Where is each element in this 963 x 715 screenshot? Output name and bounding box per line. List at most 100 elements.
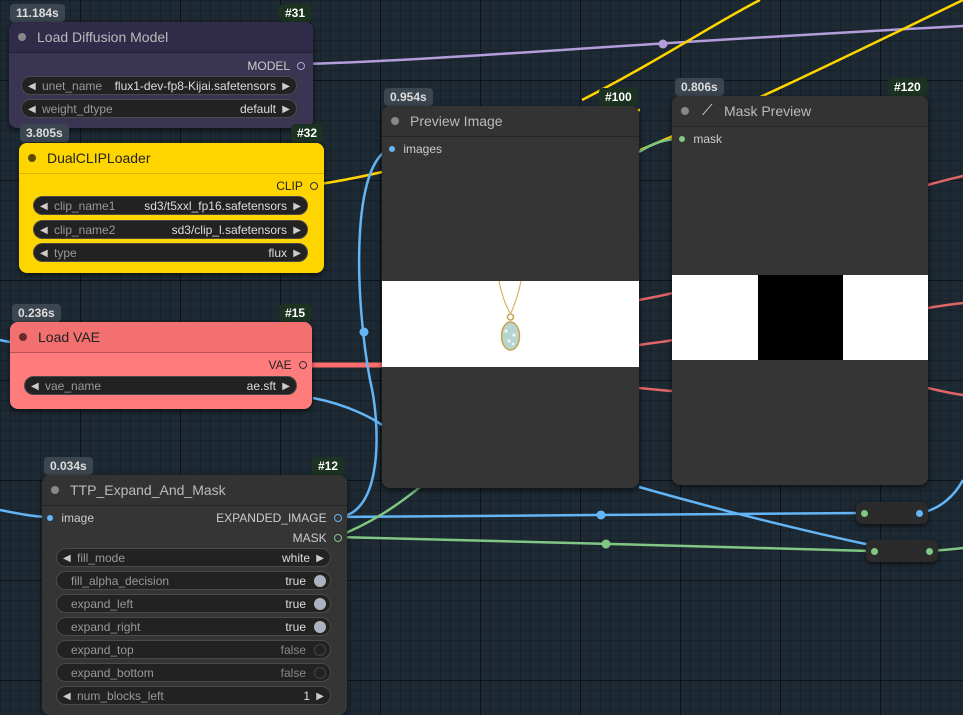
input-slot-icon[interactable]: [47, 514, 53, 521]
clip-link-upper: [581, 0, 761, 102]
fill-mode-combo[interactable]: ◀ fill_mode white ▶: [56, 548, 331, 567]
arrow-left-icon[interactable]: ◀: [63, 687, 71, 706]
arrow-left-icon[interactable]: ◀: [40, 197, 48, 216]
clip-name2-combo[interactable]: ◀ clip_name2 sd3/clip_l.safetensors ▶: [33, 220, 308, 239]
expand-left-toggle[interactable]: expand_left true: [56, 594, 331, 613]
toggle-knob-icon[interactable]: [314, 621, 326, 633]
red-link-c: [638, 386, 673, 393]
reroute-output-slot-icon[interactable]: [926, 548, 933, 555]
mask-preview-canvas[interactable]: [672, 275, 928, 360]
arrow-left-icon[interactable]: ◀: [28, 100, 36, 119]
node-id-badge: #15: [279, 304, 312, 322]
arrow-right-icon[interactable]: ▶: [282, 100, 290, 119]
clip-output[interactable]: CLIP: [276, 178, 318, 194]
node-title: Load Diffusion Model: [37, 29, 169, 45]
node-id-badge: #31: [279, 4, 312, 22]
expand-right-toggle[interactable]: expand_right true: [56, 617, 331, 636]
arrow-left-icon[interactable]: ◀: [31, 377, 39, 396]
arrow-right-icon[interactable]: ▶: [282, 77, 290, 96]
collapse-dot-icon[interactable]: [18, 33, 26, 41]
arrow-left-icon[interactable]: ◀: [28, 77, 36, 96]
output-slot-icon[interactable]: [299, 360, 307, 369]
widget-value: false: [280, 643, 306, 657]
toggle-knob-icon[interactable]: [314, 575, 326, 587]
toggle-knob-icon[interactable]: [314, 667, 326, 679]
unet-name-combo[interactable]: ◀ unet_name flux1-dev-fp8-Kijai.safetens…: [21, 76, 297, 95]
load-vae-node[interactable]: Load VAE VAE ◀ vae_name ae.sft ▶: [10, 322, 312, 409]
arrow-left-icon[interactable]: ◀: [40, 244, 48, 263]
output-slot-icon[interactable]: [297, 61, 305, 70]
node-title: Mask Preview: [724, 103, 812, 119]
node-title-bar[interactable]: ⟋ Mask Preview: [672, 96, 928, 127]
collapse-dot-icon[interactable]: [681, 107, 689, 115]
node-title-bar[interactable]: Load VAE: [10, 322, 312, 353]
node-title: Load VAE: [38, 329, 101, 345]
toggle-knob-icon[interactable]: [314, 598, 326, 610]
preview-image-node[interactable]: Preview Image images: [382, 106, 639, 488]
arrow-left-icon[interactable]: ◀: [40, 221, 48, 240]
node-title-bar[interactable]: Load Diffusion Model: [9, 22, 313, 53]
load-diffusion-model-node[interactable]: Load Diffusion Model MODEL ◀ unet_name f…: [9, 22, 313, 128]
fill-alpha-decision-toggle[interactable]: fill_alpha_decision true: [56, 571, 331, 590]
weight-dtype-combo[interactable]: ◀ weight_dtype default ▶: [21, 99, 297, 118]
arrow-right-icon[interactable]: ▶: [282, 377, 290, 396]
arrow-right-icon[interactable]: ▶: [316, 549, 324, 568]
vae-name-combo[interactable]: ◀ vae_name ae.sft ▶: [24, 376, 297, 395]
dual-clip-loader-node[interactable]: DualCLIPLoader CLIP ◀ clip_name1 sd3/t5x…: [19, 143, 324, 273]
collapse-dot-icon[interactable]: [391, 117, 399, 125]
widget-value: flux: [268, 246, 287, 260]
output-label: MASK: [292, 531, 327, 545]
node-id-badge: #120: [888, 78, 927, 96]
output-slot-icon[interactable]: [334, 533, 342, 542]
node-id-badge: #100: [599, 88, 638, 106]
input-slot-icon[interactable]: [389, 145, 395, 152]
num-blocks-left-number[interactable]: ◀ num_blocks_left 1 ▶: [56, 686, 331, 705]
arrow-right-icon[interactable]: ▶: [316, 687, 324, 706]
widget-label: expand_left: [71, 597, 134, 611]
type-combo[interactable]: ◀ type flux ▶: [33, 243, 308, 262]
vae-output[interactable]: VAE: [269, 357, 307, 373]
widget-label: unet_name: [42, 79, 103, 93]
expand-top-toggle[interactable]: expand_top false: [56, 640, 331, 659]
mask-preview-node[interactable]: ⟋ Mask Preview mask: [672, 96, 928, 485]
reroute-node-mask[interactable]: [866, 540, 938, 562]
reroute-node-image[interactable]: [856, 502, 928, 524]
collapse-dot-icon[interactable]: [51, 486, 59, 494]
collapse-dot-icon[interactable]: [28, 154, 36, 162]
reroute-output-slot-icon[interactable]: [916, 510, 923, 517]
output-slot-icon[interactable]: [334, 513, 342, 522]
expanded-image-output[interactable]: EXPANDED_IMAGE: [216, 510, 342, 526]
expanded-image-midpoint: [596, 510, 606, 520]
arrow-right-icon[interactable]: ▶: [293, 244, 301, 263]
node-title-bar[interactable]: Preview Image: [382, 106, 639, 137]
mask-output[interactable]: MASK: [293, 530, 342, 546]
reroute-input-slot-icon[interactable]: [871, 548, 878, 555]
image-input[interactable]: image: [47, 510, 94, 526]
mask-input[interactable]: mask: [679, 131, 722, 147]
arrow-right-icon[interactable]: ▶: [293, 221, 301, 240]
widget-value: white: [281, 551, 310, 565]
reroute-input-slot-icon[interactable]: [861, 510, 868, 517]
input-label: image: [61, 511, 95, 525]
output-label: EXPANDED_IMAGE: [216, 511, 327, 525]
clip-name1-combo[interactable]: ◀ clip_name1 sd3/t5xxl_fp16.safetensors …: [33, 196, 308, 215]
images-input[interactable]: images: [389, 141, 442, 157]
collapse-dot-icon[interactable]: [19, 333, 27, 341]
red-link-e: [927, 301, 963, 310]
arrow-right-icon[interactable]: ▶: [293, 197, 301, 216]
widget-value: true: [285, 597, 306, 611]
node-title-bar[interactable]: TTP_Expand_And_Mask: [42, 475, 347, 506]
node-id-badge: #12: [312, 457, 345, 475]
image-link-diag: [638, 485, 871, 547]
input-slot-icon[interactable]: [679, 135, 685, 142]
toggle-knob-icon[interactable]: [314, 644, 326, 656]
output-slot-icon[interactable]: [310, 181, 318, 190]
necklace-pendant-image: [498, 280, 522, 351]
preview-image-canvas[interactable]: [382, 280, 639, 367]
node-title-bar[interactable]: DualCLIPLoader: [19, 143, 324, 174]
arrow-left-icon[interactable]: ◀: [63, 549, 71, 568]
model-output[interactable]: MODEL: [247, 58, 305, 74]
ttp-expand-and-mask-node[interactable]: TTP_Expand_And_Mask image EXPANDED_IMAGE…: [42, 475, 347, 715]
brush-icon: ⟋: [702, 102, 713, 119]
expand-bottom-toggle[interactable]: expand_bottom false: [56, 663, 331, 682]
